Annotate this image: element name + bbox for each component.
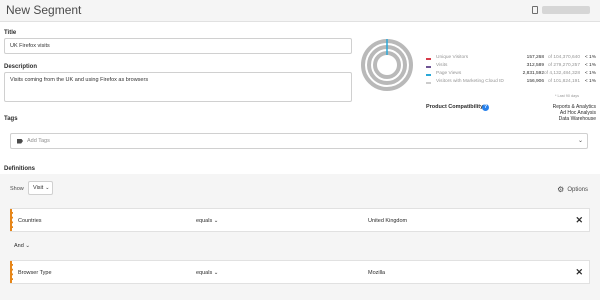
tags-label: Tags bbox=[4, 116, 18, 122]
rule-operator: equals bbox=[196, 270, 213, 276]
metric-percent: < 1% bbox=[584, 63, 596, 68]
segment-rule[interactable]: Countries equals ⌄ United Kingdom ✕ bbox=[10, 208, 590, 232]
rule-drag-handle[interactable] bbox=[10, 209, 13, 231]
metric-percent: < 1% bbox=[584, 55, 596, 60]
period-note: * Last 90 days bbox=[555, 94, 580, 98]
metric-value: 2,831,592 bbox=[522, 71, 544, 76]
options-button[interactable]: ⚙ Options bbox=[557, 185, 588, 194]
metric-value: 156,906 bbox=[526, 79, 544, 84]
username bbox=[542, 6, 590, 14]
title-input[interactable]: UK Firefox visits bbox=[4, 38, 352, 54]
metric-swatch bbox=[426, 74, 431, 76]
segment-summary: Unique Visitors 157,268 of 104,370,640 <… bbox=[426, 55, 596, 87]
user-menu[interactable] bbox=[532, 6, 590, 14]
chevron-down-icon: ⌄ bbox=[45, 185, 50, 191]
chevron-down-icon[interactable]: ⌄ bbox=[578, 137, 583, 144]
metric-label: Visitors with Marketing Cloud ID bbox=[436, 79, 504, 84]
audience-donut-chart bbox=[361, 39, 413, 91]
tags-input[interactable]: Add Tags ⌄ bbox=[10, 133, 588, 149]
rule-operator: equals bbox=[196, 218, 213, 224]
metric-swatch bbox=[426, 82, 431, 84]
description-label: Description bbox=[4, 64, 38, 70]
title-label: Title bbox=[4, 30, 17, 36]
metric-row: Page Views 2,831,592 of 4,132,484,328 < … bbox=[426, 71, 596, 79]
donut-ring-page-views bbox=[373, 51, 401, 79]
close-icon[interactable]: ✕ bbox=[575, 215, 583, 226]
logic-operator: And bbox=[14, 243, 24, 249]
metric-percent: < 1% bbox=[584, 71, 596, 76]
metric-swatch bbox=[426, 66, 431, 68]
container-select-value: Visit bbox=[33, 185, 44, 191]
metric-value: 157,268 bbox=[526, 55, 544, 60]
product-compatibility-list: Reports & Analytics Ad Hoc Analysis Data… bbox=[553, 104, 596, 122]
container-select[interactable]: Visit ⌄ bbox=[28, 181, 53, 195]
metric-label: Visits bbox=[436, 63, 448, 68]
help-icon[interactable]: ? bbox=[482, 104, 489, 111]
metric-label: Page Views bbox=[436, 71, 462, 76]
rule-value[interactable]: Mozilla bbox=[368, 270, 385, 276]
logic-operator-select[interactable]: And ⌄ bbox=[14, 243, 30, 249]
metric-swatch bbox=[426, 58, 431, 60]
rule-dimension: Countries bbox=[18, 218, 42, 224]
rule-operator-select[interactable]: equals ⌄ bbox=[196, 218, 218, 224]
segment-header: New Segment bbox=[0, 0, 600, 22]
metric-label: Unique Visitors bbox=[436, 55, 469, 60]
metric-total: of 101,824,191 bbox=[547, 79, 580, 84]
rule-drag-handle[interactable] bbox=[10, 261, 13, 283]
metric-row: Visitors with Marketing Cloud ID 156,906… bbox=[426, 79, 596, 87]
close-icon[interactable]: ✕ bbox=[575, 267, 583, 278]
rule-dimension: Browser Type bbox=[18, 270, 52, 276]
product-compatibility-label: Product Compatibility bbox=[426, 104, 484, 110]
metric-total: of 279,270,257 bbox=[547, 63, 580, 68]
metric-total: of 104,370,640 bbox=[547, 55, 580, 60]
options-label: Options bbox=[567, 186, 588, 193]
segment-rule[interactable]: Browser Type equals ⌄ Mozilla ✕ bbox=[10, 260, 590, 284]
show-label: Show bbox=[10, 186, 24, 192]
tag-icon bbox=[17, 138, 23, 144]
metric-row: Visits 312,589 of 279,270,257 < 1% bbox=[426, 63, 596, 71]
rule-operator-select[interactable]: equals ⌄ bbox=[196, 270, 218, 276]
gear-icon: ⚙ bbox=[557, 185, 565, 194]
description-textarea[interactable]: Visits coming from the UK and using Fire… bbox=[4, 72, 352, 102]
definitions-label: Definitions bbox=[4, 166, 35, 172]
metric-total: of 4,132,484,328 bbox=[543, 71, 580, 76]
metric-percent: < 1% bbox=[584, 79, 596, 84]
tags-placeholder: Add Tags bbox=[27, 138, 50, 144]
metric-value: 312,589 bbox=[526, 63, 544, 68]
metric-row: Unique Visitors 157,268 of 104,370,640 <… bbox=[426, 55, 596, 63]
rule-value[interactable]: United Kingdom bbox=[368, 218, 407, 224]
document-icon bbox=[532, 6, 538, 14]
page-title: New Segment bbox=[6, 3, 82, 17]
product-item: Data Warehouse bbox=[558, 116, 596, 122]
